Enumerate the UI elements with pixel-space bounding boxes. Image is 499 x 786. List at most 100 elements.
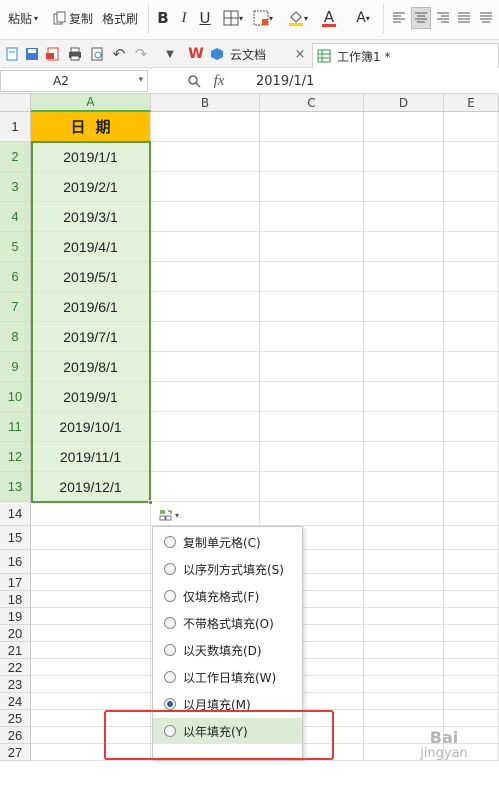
align-center-button[interactable]	[411, 7, 431, 29]
cell[interactable]	[31, 574, 151, 591]
row-header[interactable]: 6	[0, 262, 31, 292]
cell[interactable]	[444, 412, 499, 442]
cell[interactable]	[444, 322, 499, 352]
cell[interactable]	[364, 710, 444, 727]
cell[interactable]	[444, 442, 499, 472]
column-header-d[interactable]: D	[364, 94, 444, 112]
date-cell[interactable]: 2019/1/1	[31, 142, 151, 172]
cell[interactable]	[31, 693, 151, 710]
cell[interactable]	[151, 472, 260, 502]
cell[interactable]	[364, 352, 444, 382]
cell[interactable]	[31, 608, 151, 625]
cell[interactable]	[444, 472, 499, 502]
cell[interactable]	[260, 202, 364, 232]
redo-icon[interactable]: ↷	[132, 43, 150, 65]
copy-button[interactable]: 复制	[50, 7, 96, 29]
borders-button[interactable]: ▾	[220, 7, 246, 29]
cell[interactable]	[151, 322, 260, 352]
new-file-icon[interactable]	[4, 43, 20, 65]
cell[interactable]	[31, 727, 151, 744]
cell[interactable]	[260, 292, 364, 322]
row-header[interactable]: 19	[0, 608, 31, 625]
cell[interactable]	[260, 382, 364, 412]
cell[interactable]	[444, 352, 499, 382]
cell[interactable]	[444, 292, 499, 322]
cell[interactable]	[444, 642, 499, 659]
autofill-option-item[interactable]: 仅填充格式(F)	[153, 583, 302, 609]
row-header[interactable]: 12	[0, 442, 31, 472]
cell[interactable]	[151, 292, 260, 322]
cell[interactable]	[31, 550, 151, 574]
cell[interactable]	[31, 744, 151, 761]
date-cell[interactable]: 2019/9/1	[31, 382, 151, 412]
justify-button[interactable]	[455, 7, 473, 29]
cell[interactable]	[31, 676, 151, 693]
cell[interactable]	[364, 172, 444, 202]
row-header[interactable]: 2	[0, 142, 31, 172]
cell[interactable]	[260, 232, 364, 262]
autofill-option-item[interactable]: 不带格式填充(O)	[153, 610, 302, 636]
formula-input[interactable]: 2019/1/1	[248, 70, 499, 92]
cell[interactable]	[151, 352, 260, 382]
tab-workbook[interactable]: 工作簿1 *	[312, 43, 499, 68]
date-cell[interactable]: 2019/7/1	[31, 322, 151, 352]
column-header-e[interactable]: E	[444, 94, 499, 112]
cell[interactable]	[364, 693, 444, 710]
row-header[interactable]: 18	[0, 591, 31, 608]
cell[interactable]	[364, 574, 444, 591]
cell[interactable]	[444, 202, 499, 232]
cell[interactable]	[364, 232, 444, 262]
cell[interactable]	[364, 112, 444, 142]
row-header[interactable]: 24	[0, 693, 31, 710]
cell[interactable]	[260, 142, 364, 172]
cell[interactable]	[444, 574, 499, 591]
cell[interactable]	[444, 591, 499, 608]
cell[interactable]	[151, 172, 260, 202]
row-header[interactable]: 25	[0, 710, 31, 727]
cell[interactable]	[444, 502, 499, 526]
row-header[interactable]: 14	[0, 502, 31, 526]
undo-icon[interactable]: ↶	[110, 43, 128, 65]
cell[interactable]	[260, 412, 364, 442]
save-icon[interactable]	[24, 43, 40, 65]
row-header[interactable]: 21	[0, 642, 31, 659]
autofill-option-item[interactable]: 以年填充(Y)	[153, 718, 302, 744]
date-cell[interactable]: 2019/12/1	[31, 472, 151, 502]
row-header[interactable]: 5	[0, 232, 31, 262]
row-header[interactable]: 9	[0, 352, 31, 382]
date-cell[interactable]: 2019/11/1	[31, 442, 151, 472]
row-header[interactable]: 23	[0, 676, 31, 693]
italic-button[interactable]: I	[175, 7, 193, 29]
cell[interactable]	[151, 202, 260, 232]
cell[interactable]	[260, 502, 364, 526]
cell[interactable]	[151, 442, 260, 472]
cell[interactable]	[364, 412, 444, 442]
export-pdf-icon[interactable]	[44, 43, 62, 65]
row-header[interactable]: 22	[0, 659, 31, 676]
cell[interactable]	[444, 693, 499, 710]
cell[interactable]	[444, 659, 499, 676]
fill-handle[interactable]	[148, 500, 153, 505]
format-painter-button[interactable]: 格式刷	[100, 7, 140, 29]
cell[interactable]	[31, 659, 151, 676]
column-header-b[interactable]: B	[151, 94, 260, 112]
tab-cloud-docs[interactable]: 云文档	[210, 43, 288, 65]
cell[interactable]	[364, 502, 444, 526]
date-cell[interactable]: 2019/6/1	[31, 292, 151, 322]
column-header-a[interactable]: A	[31, 94, 151, 112]
cell[interactable]	[444, 550, 499, 574]
cell[interactable]	[31, 642, 151, 659]
autofill-option-item[interactable]: 以工作日填充(W)	[153, 664, 302, 690]
cell[interactable]	[364, 322, 444, 352]
select-all-corner[interactable]	[0, 94, 31, 112]
cell[interactable]	[364, 550, 444, 574]
row-header[interactable]: 26	[0, 727, 31, 744]
row-header[interactable]: 16	[0, 550, 31, 574]
date-cell[interactable]: 2019/2/1	[31, 172, 151, 202]
row-header[interactable]: 11	[0, 412, 31, 442]
clear-format-button[interactable]: A ▾	[350, 7, 376, 29]
row-header[interactable]: 27	[0, 744, 31, 761]
cell[interactable]	[260, 442, 364, 472]
cell[interactable]	[260, 322, 364, 352]
cell[interactable]	[364, 591, 444, 608]
